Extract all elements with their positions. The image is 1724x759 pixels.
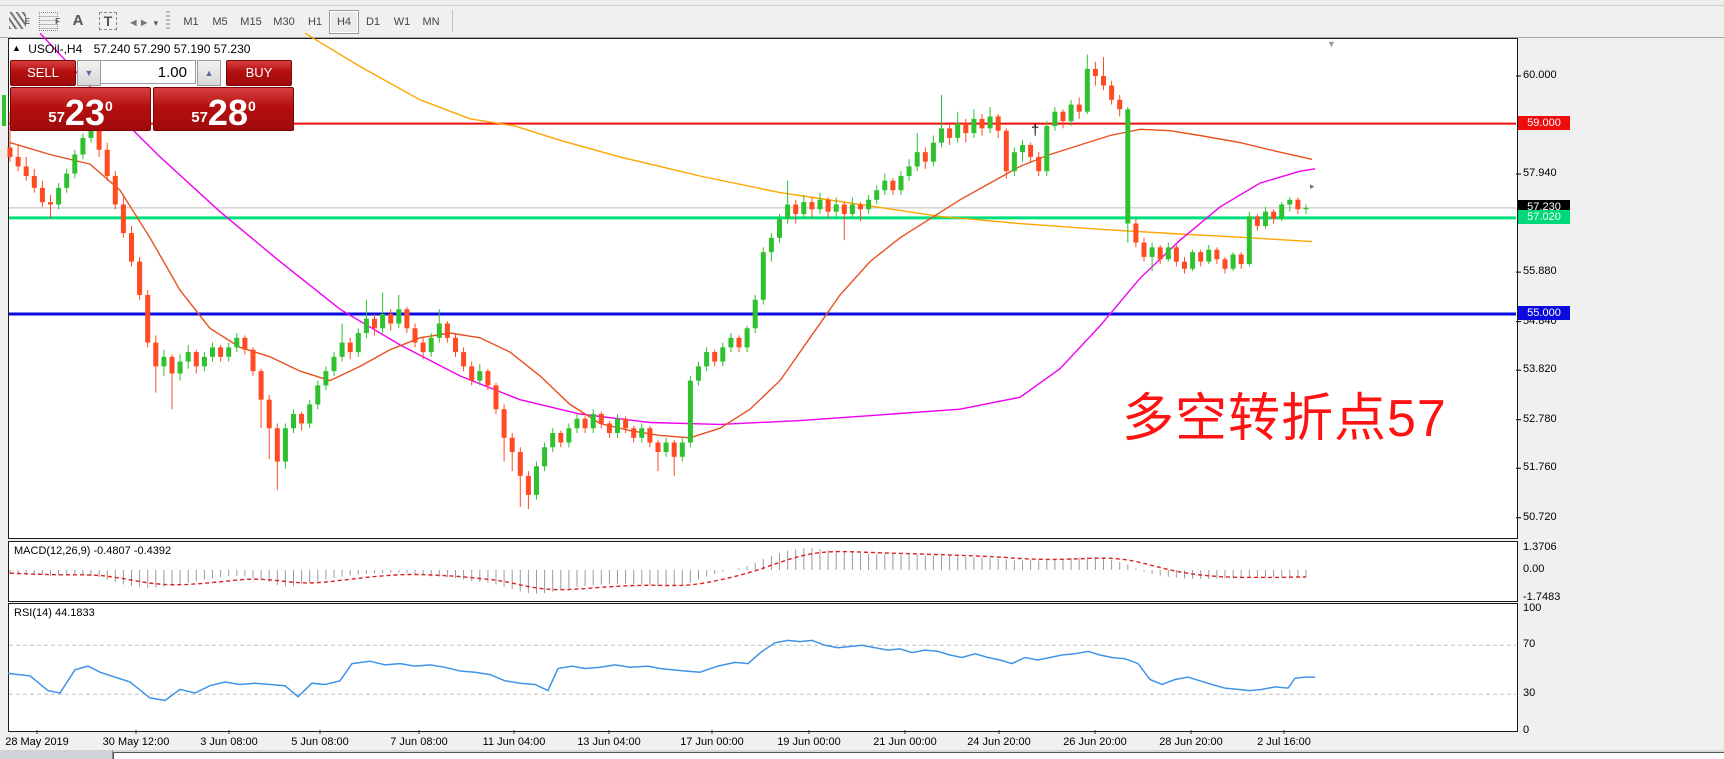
time-axis-label: 17 Jun 00:00 xyxy=(680,736,744,748)
time-axis-label: 7 Jun 08:00 xyxy=(390,736,448,748)
time-axis-label: 5 Jun 08:00 xyxy=(291,736,349,748)
price-axis-label: 50.720 xyxy=(1523,511,1557,523)
rsi-axis-label: 100 xyxy=(1523,602,1541,614)
buy-price-handle: 57 xyxy=(191,109,208,126)
volume-input[interactable]: 1.00 xyxy=(100,60,196,84)
time-axis-label: 3 Jun 08:00 xyxy=(200,736,258,748)
sell-price-handle: 57 xyxy=(48,109,65,126)
buy-price-pips: 28 xyxy=(208,96,248,130)
timeframe-button-mn[interactable]: MN xyxy=(416,10,446,34)
crosshair-marker: † xyxy=(1031,122,1039,139)
arrows-dropdown-icon: ▾ xyxy=(154,18,159,28)
rsi-pane[interactable] xyxy=(8,603,1518,732)
price-axis-label: 60.000 xyxy=(1523,69,1557,81)
buy-price-box[interactable]: 57 28 0 xyxy=(153,87,294,131)
trading-terminal-window: E F A T ◄► ▾ M1M5M15M30H1H4D1W1MN ▲ USOi… xyxy=(0,0,1724,759)
time-axis-label: 26 Jun 20:00 xyxy=(1063,736,1127,748)
rsi-axis-label: 0 xyxy=(1523,724,1529,736)
time-axis-label: 21 Jun 00:00 xyxy=(873,736,937,748)
bottom-dock-strip xyxy=(0,750,1724,759)
buy-price: 57 28 0 xyxy=(154,88,293,130)
sell-button[interactable]: SELL xyxy=(10,60,76,86)
indicators-icon[interactable]: E xyxy=(6,9,30,33)
bottom-dock-tab[interactable] xyxy=(0,750,113,759)
volume-decrease-button[interactable]: ▼ xyxy=(77,60,101,86)
time-axis-label: 2 Jul 16:00 xyxy=(1257,736,1311,748)
chart-symbol: USOil-,H4 xyxy=(28,42,82,56)
toolbar: E F A T ◄► ▾ M1M5M15M30H1H4D1W1MN xyxy=(0,6,1724,38)
collapse-chart-icon[interactable]: ▲ xyxy=(12,43,21,53)
price-axis-label: 57.940 xyxy=(1523,167,1557,179)
macd-pane[interactable] xyxy=(8,541,1518,602)
time-axis-label: 11 Jun 04:00 xyxy=(483,736,546,748)
arrows-icon-glyph: ◄► xyxy=(128,17,150,29)
price-axis-label: 51.760 xyxy=(1523,461,1557,473)
rsi-axis-label: 70 xyxy=(1523,638,1535,650)
time-axis-label: 24 Jun 20:00 xyxy=(967,736,1031,748)
indicators-icon-sub: E xyxy=(25,10,30,34)
macd-axis-label: 0.00 xyxy=(1523,563,1544,575)
timeframe-button-m5[interactable]: M5 xyxy=(205,10,235,34)
textbox-icon[interactable]: T xyxy=(96,9,120,33)
time-axis-label: 28 Jun 20:00 xyxy=(1159,736,1223,748)
timeframe-button-h4[interactable]: H4 xyxy=(329,10,359,34)
price-axis-label: 55.880 xyxy=(1523,265,1557,277)
timeframe-button-w1[interactable]: W1 xyxy=(387,10,417,34)
price-level-badge: 55.000 xyxy=(1518,306,1570,320)
price-level-badge: 57.020 xyxy=(1518,210,1570,224)
price-level-badge: 59.000 xyxy=(1518,116,1570,130)
timeframe-button-h1[interactable]: H1 xyxy=(300,10,330,34)
toolbar-drag-handle[interactable] xyxy=(166,11,170,31)
last-bar-marker: ▸ xyxy=(1310,181,1315,192)
price-axis-label: 53.820 xyxy=(1523,363,1557,375)
grid-icon[interactable]: F xyxy=(36,9,60,33)
timeframe-button-m30[interactable]: M30 xyxy=(267,10,301,34)
time-axis-label: 19 Jun 00:00 xyxy=(777,736,841,748)
timeframe-button-d1[interactable]: D1 xyxy=(358,10,388,34)
chart-shift-icon[interactable]: ▼ xyxy=(1327,39,1336,49)
time-axis-label: 30 May 12:00 xyxy=(103,736,170,748)
price-axis-label: 52.780 xyxy=(1523,413,1557,425)
volume-increase-button[interactable]: ▲ xyxy=(197,60,221,86)
sell-price-pips: 23 xyxy=(65,96,105,130)
arrows-icon[interactable]: ◄► ▾ xyxy=(126,9,160,33)
time-axis-label: 13 Jun 04:00 xyxy=(577,736,641,748)
text-label-icon-glyph: A xyxy=(73,12,84,29)
terminal-panel-edge xyxy=(113,752,1724,759)
chart-text-annotation: 多空转折点57 xyxy=(1122,376,1447,451)
toolbar-separator xyxy=(452,10,453,32)
timeframe-button-m1[interactable]: M1 xyxy=(176,10,206,34)
macd-axis-label: 1.3706 xyxy=(1523,541,1557,553)
rsi-label: RSI(14) 44.1833 xyxy=(14,607,95,619)
text-label-icon[interactable]: A xyxy=(66,9,90,33)
sell-price-box[interactable]: 57 23 0 xyxy=(10,87,151,131)
time-axis-label: 28 May 2019 xyxy=(5,736,69,748)
indicators-icon-glyph xyxy=(9,12,26,29)
timeframe-button-m15[interactable]: M15 xyxy=(234,10,268,34)
rsi-axis-label: 30 xyxy=(1523,687,1535,699)
chart-title-line: ▲ USOil-,H4 57.240 57.290 57.190 57.230 xyxy=(12,42,250,56)
textbox-icon-glyph: T xyxy=(99,12,118,30)
buy-price-fraction: 0 xyxy=(248,98,256,114)
macd-label: MACD(12,26,9) -0.4807 -0.4392 xyxy=(14,545,171,557)
chart-quote-values: 57.240 57.290 57.190 57.230 xyxy=(94,42,251,56)
sell-price: 57 23 0 xyxy=(11,88,150,130)
grid-icon-sub: F xyxy=(55,10,60,34)
buy-button[interactable]: BUY xyxy=(226,60,292,86)
sell-price-fraction: 0 xyxy=(105,98,113,114)
